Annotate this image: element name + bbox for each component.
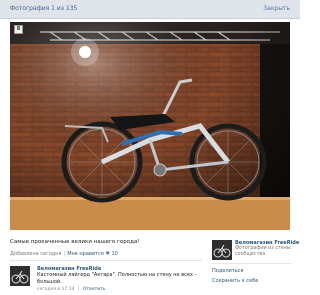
reply-button[interactable]: Ответить bbox=[83, 287, 105, 292]
avatar-bike-icon bbox=[212, 240, 232, 260]
comment-time: сегодня в 17:14 bbox=[37, 287, 75, 292]
save-link[interactable]: Сохранить к себе bbox=[212, 278, 258, 284]
photo-viewer-header: Фотография 1 из 135 Закрыть bbox=[0, 0, 300, 19]
photo-caption: Самые прокаченные велики нашего города! bbox=[10, 239, 140, 245]
photo-counter: Фотография 1 из 135 bbox=[10, 5, 78, 12]
close-button[interactable]: Закрыть bbox=[263, 5, 290, 12]
comment-text: Кастомный лайгерд "Актара". Полностью на… bbox=[37, 272, 197, 285]
community-avatar[interactable] bbox=[212, 240, 232, 260]
like-button[interactable]: Мне нравится ♥ 10 bbox=[67, 251, 118, 257]
side-divider bbox=[212, 263, 292, 264]
added-date: Добавлена сегодня bbox=[10, 251, 62, 257]
divider bbox=[10, 260, 202, 261]
avatar-bike-icon bbox=[10, 266, 30, 286]
photo-meta: Добавлена сегодня | Мне нравится ♥ 10 bbox=[10, 251, 118, 257]
comment-meta: сегодня в 17:14 | Ответить bbox=[37, 287, 106, 292]
bike-photo-image bbox=[10, 22, 290, 230]
heart-icon: ♥ bbox=[105, 251, 110, 257]
share-link[interactable]: Поделиться bbox=[212, 268, 243, 274]
main-photo[interactable]: 8 bbox=[10, 22, 290, 230]
like-label: Мне нравится bbox=[67, 251, 104, 257]
album-source[interactable]: Фотографии из стены сообщества bbox=[235, 246, 295, 258]
comment-avatar[interactable] bbox=[10, 266, 30, 286]
like-count: 10 bbox=[111, 251, 118, 257]
photo-badge: 8 bbox=[14, 25, 23, 34]
